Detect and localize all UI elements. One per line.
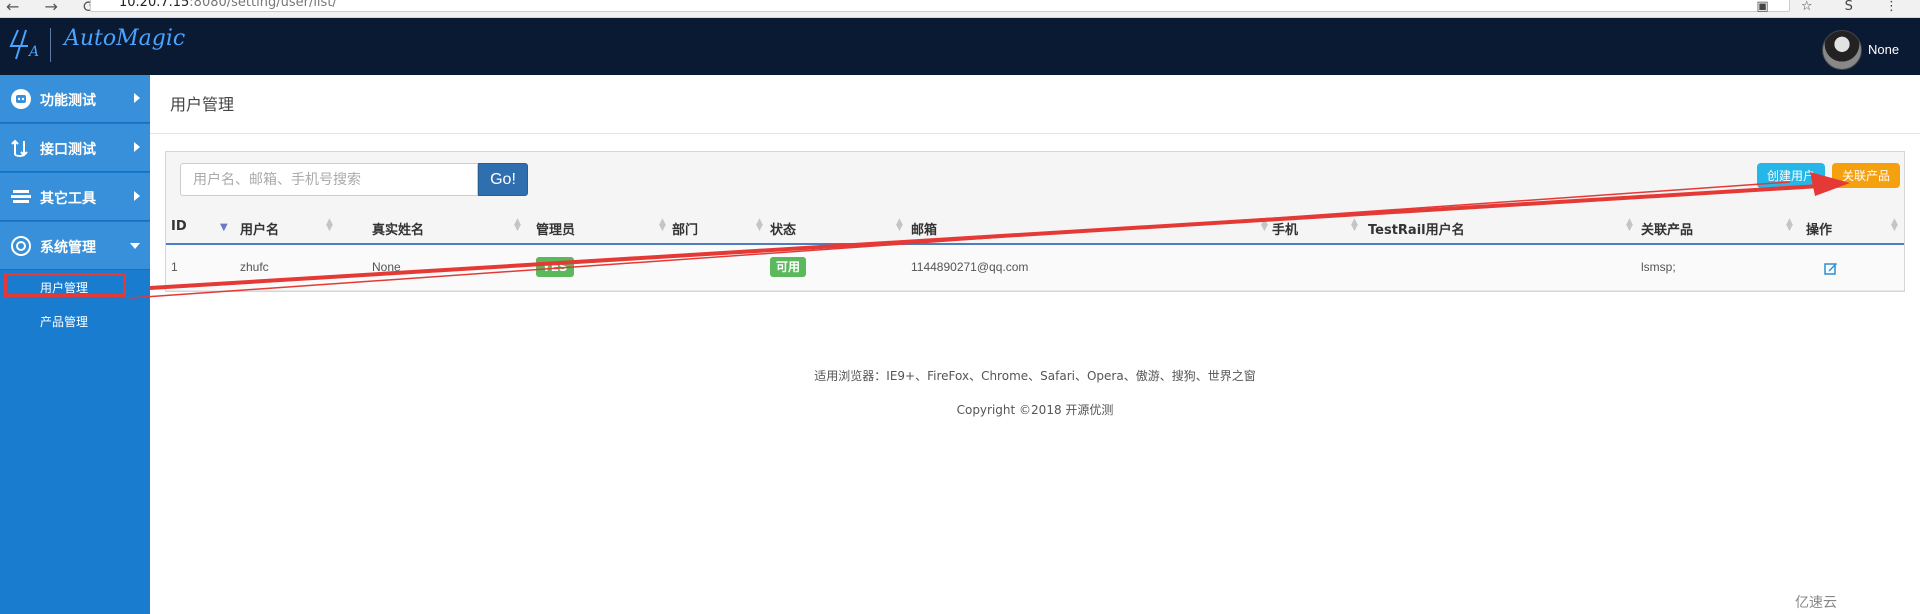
sort-icon[interactable]: ▲ ▼ [756, 218, 763, 233]
edit-icon[interactable] [1824, 261, 1838, 275]
sort-desc-icon[interactable]: ▼ [220, 222, 228, 233]
sidebar-item-functional-test[interactable]: 功能测试 [0, 75, 150, 123]
admin-badge: YES [536, 257, 574, 277]
column-header-admin[interactable]: 管理员 [536, 219, 575, 238]
sidebar-subitem-label: 产品管理 [40, 315, 89, 329]
divider [150, 133, 1920, 134]
settings-gear-icon [11, 236, 31, 256]
sort-icon[interactable]: ▲ ▼ [1351, 218, 1358, 233]
logo-divider [50, 28, 51, 62]
sidebar: 功能测试 接口测试 其它工具 系统管理 用户管理 产品管理 [0, 75, 150, 614]
logo-icon: A [9, 29, 39, 60]
column-header-linked-products[interactable]: 关联产品 [1641, 219, 1693, 238]
watermark: 亿速云 [1795, 595, 1837, 611]
avatar[interactable] [1822, 30, 1862, 70]
table-row: 1 zhufc None YES 可用 1144890271@qq.com ls… [166, 245, 1904, 291]
user-table-panel: Go! 创建用户 关联产品 ID ▼ 用户名 ▲▼ 真实姓名 ▲▼ 管理员 ▲▼… [165, 151, 1905, 292]
search-go-button[interactable]: Go! [478, 163, 528, 196]
robot-icon [11, 89, 31, 109]
sidebar-subitem-label: 用户管理 [40, 281, 89, 295]
sort-icon[interactable]: ▲ ▼ [659, 218, 666, 233]
sort-icon[interactable]: ▲ ▼ [1626, 218, 1633, 233]
tools-icon [11, 190, 31, 203]
footer-copyright: Copyright ©2018 开源优测 [956, 403, 1114, 417]
url-path: :8080/setting/user/list/ [189, 0, 337, 10]
sidebar-item-label: 功能测试 [40, 93, 96, 109]
column-header-realname[interactable]: 真实姓名 [372, 219, 424, 238]
sort-icon[interactable]: ▲ ▼ [896, 218, 903, 233]
sidebar-item-other-tools[interactable]: 其它工具 [0, 173, 150, 221]
column-header-email[interactable]: 邮箱 [911, 219, 937, 238]
sidebar-item-label: 其它工具 [40, 191, 96, 207]
cell-linked-products: lsmsp; [1641, 260, 1676, 274]
column-header-department[interactable]: 部门 [672, 219, 698, 238]
sort-icon[interactable]: ▲ ▼ [1786, 218, 1793, 233]
link-product-button[interactable]: 关联产品 [1832, 163, 1900, 188]
column-header-status[interactable]: 状态 [770, 219, 796, 238]
main-content: 用户管理 Go! 创建用户 关联产品 ID ▼ 用户名 ▲▼ 真实姓名 ▲▼ 管… [150, 75, 1920, 614]
cell-username: zhufc [240, 260, 269, 274]
cell-email: 1144890271@qq.com [911, 260, 1029, 274]
sidebar-subitem-product-management[interactable]: 产品管理 [0, 305, 150, 335]
column-header-id[interactable]: ID [171, 219, 187, 234]
status-badge: 可用 [770, 257, 807, 277]
sidebar-item-label: 系统管理 [40, 240, 96, 256]
chevron-down-icon [130, 243, 140, 249]
svg-text:A: A [27, 44, 39, 60]
sidebar-item-system-management[interactable]: 系统管理 [0, 222, 150, 270]
browser-toolbar: ← → ⟳ 10.20.7.15:8080/setting/user/list/… [0, 0, 1920, 18]
sort-icon[interactable]: ▲ ▼ [1261, 218, 1268, 233]
brand-name[interactable]: AutoMagic [64, 26, 185, 51]
sidebar-item-label: 接口测试 [40, 142, 96, 158]
column-header-phone[interactable]: 手机 [1272, 219, 1298, 238]
table-header: ID ▼ 用户名 ▲ ▼ 真实姓名 ▲ ▼ 管理员 ▲ ▼ 部门 ▲ ▼ 状态 ▲ ▼ 邮… [166, 207, 1904, 245]
create-user-button[interactable]: 创建用户 [1757, 163, 1825, 188]
chevron-right-icon [134, 142, 140, 152]
column-header-testrail-username[interactable]: TestRail用户名 [1368, 219, 1465, 238]
chevron-right-icon [134, 191, 140, 201]
address-bar[interactable]: 10.20.7.15:8080/setting/user/list/ [90, 0, 1790, 12]
sidebar-item-api-test[interactable]: 接口测试 [0, 124, 150, 172]
cell-id: 1 [171, 260, 178, 274]
sort-icon[interactable]: ▲ ▼ [326, 218, 333, 233]
url-host: 10.20.7.15 [119, 0, 190, 10]
sort-icon[interactable]: ▲ ▼ [1891, 218, 1898, 233]
sort-icon[interactable]: ▲ ▼ [514, 218, 521, 233]
sidebar-subitem-user-management[interactable]: 用户管理 [0, 271, 150, 301]
chevron-right-icon [134, 93, 140, 103]
api-arrows-icon [11, 139, 28, 157]
column-header-username[interactable]: 用户名 [240, 219, 279, 238]
column-header-actions: 操作 [1806, 223, 1833, 238]
page-title: 用户管理 [170, 95, 235, 114]
search-input[interactable] [180, 163, 478, 196]
browser-extension-icons[interactable]: ▣ ☆ S ⋮ [1756, 0, 1912, 14]
cell-realname: None [372, 260, 401, 274]
top-header: A AutoMagic None [0, 18, 1920, 75]
footer-supported-browsers: 适用浏览器：IE9+、FireFox、Chrome、Safari、Opera、傲… [814, 369, 1256, 383]
user-name[interactable]: None [1868, 42, 1899, 57]
